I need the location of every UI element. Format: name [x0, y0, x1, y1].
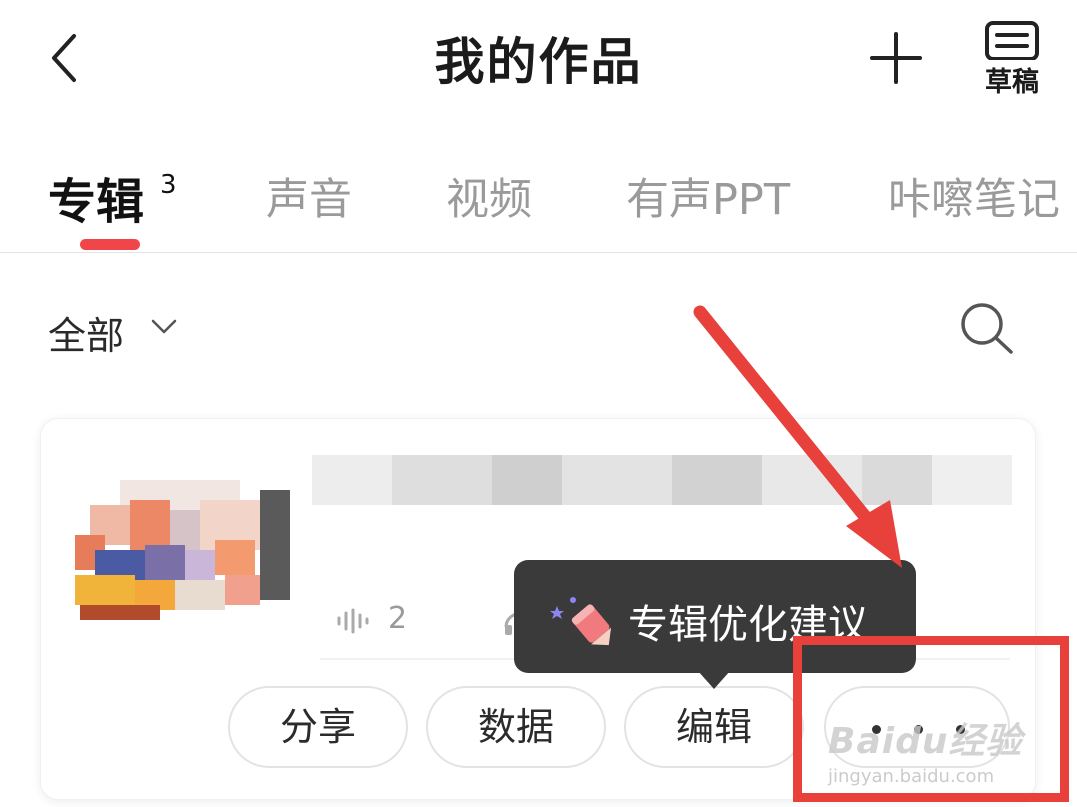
drafts-icon	[985, 21, 1039, 61]
data-button[interactable]: 数据	[426, 686, 606, 768]
tooltip-pointer	[698, 671, 730, 689]
plays-icon	[335, 607, 371, 635]
filter-dropdown-label[interactable]: 全部	[48, 305, 124, 360]
drafts-label: 草稿	[985, 67, 1039, 98]
pencil-icon	[545, 588, 615, 646]
drafts-button[interactable]: 草稿	[970, 20, 1054, 100]
edit-button[interactable]: 编辑	[624, 686, 804, 768]
plays-count: 2	[388, 601, 408, 636]
tab-albums[interactable]: 专辑	[48, 162, 144, 232]
tab-sounds[interactable]: 声音	[266, 165, 352, 227]
tab-active-indicator	[80, 239, 140, 250]
share-button[interactable]: 分享	[228, 686, 408, 768]
annotation-highlight-box	[793, 636, 1069, 802]
tab-divider	[0, 252, 1077, 253]
tab-audio-ppt[interactable]: 有声PPT	[626, 165, 790, 227]
album-title-blurred[interactable]	[312, 455, 1012, 505]
album-cover-image[interactable]	[70, 480, 300, 640]
search-icon[interactable]	[958, 300, 1016, 358]
tab-albums-count: 3	[160, 170, 177, 200]
add-icon[interactable]	[868, 30, 924, 86]
tab-kacha-notes[interactable]: 咔嚓笔记	[888, 165, 1060, 227]
chevron-down-icon[interactable]	[150, 318, 178, 336]
tab-videos[interactable]: 视频	[446, 165, 532, 227]
